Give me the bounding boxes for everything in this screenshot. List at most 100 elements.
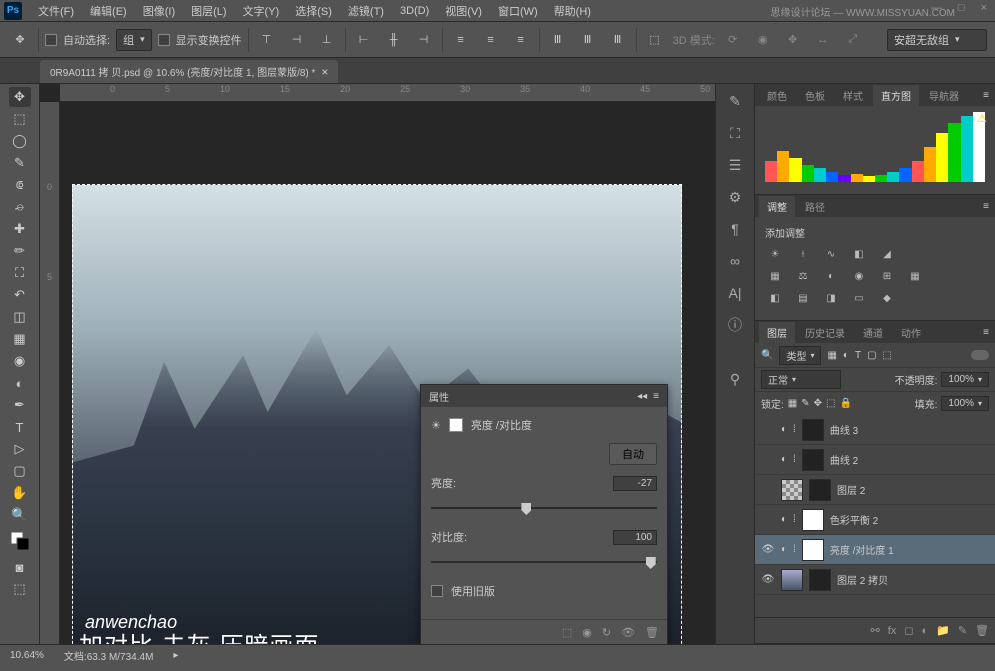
adj-levels-icon[interactable]: ⟊ [793,246,813,262]
3d-roll-icon[interactable]: ◉ [751,28,775,52]
properties-header[interactable]: 属性 ◂◂ ≡ [421,385,667,407]
lock-move-icon[interactable]: ✥ [814,398,822,409]
tool-pen[interactable]: ✒ [9,395,31,415]
showtransform-checkbox[interactable] [158,34,170,46]
visibility-icon[interactable]: 👁 [621,626,635,639]
filter-type-icon[interactable]: T [855,350,861,361]
tab-histogram[interactable]: 直方图 [873,85,919,106]
tab-navigator[interactable]: 导航器 [921,85,967,106]
layer-mask-thumb[interactable] [809,569,831,591]
align-top-icon[interactable]: ⊤ [255,28,279,52]
tool-marquee[interactable]: ⬚ [9,109,31,129]
adj-photofilter-icon[interactable]: ◉ [849,268,869,284]
dist-top-icon[interactable]: ≡ [449,28,473,52]
tab-styles[interactable]: 样式 [835,85,871,106]
adj-selective-icon[interactable]: ◆ [877,290,897,306]
3d-rotate-icon[interactable]: ⟳ [721,28,745,52]
brightness-slider[interactable] [431,501,657,515]
menu-filter[interactable]: 滤镜(T) [340,3,392,19]
minimize-icon[interactable]: — [927,2,946,14]
menu-view[interactable]: 视图(V) [437,3,490,19]
new-layer-icon[interactable]: ✎ [958,624,967,637]
panel-menu-icon[interactable]: ≡ [983,201,995,212]
character-icon[interactable]: A| [723,282,747,304]
layer-mask-thumb[interactable] [802,539,824,561]
auto-button[interactable]: 自动 [609,443,657,465]
menu-help[interactable]: 帮助(H) [546,3,599,19]
tab-adjustments[interactable]: 调整 [759,196,795,217]
clone-icon[interactable]: ⛶ [723,122,747,144]
layer-name[interactable]: 图层 2 [837,482,865,497]
brush-presets-icon[interactable]: ☰ [723,154,747,176]
tool-dodge[interactable]: ◐ [9,373,31,393]
tool-zoom[interactable]: 🔍 [9,505,31,525]
3d-pan-icon[interactable]: ✥ [781,28,805,52]
layer-row[interactable]: 👁图层 2 拷贝 [755,565,995,595]
tool-colors[interactable] [9,527,31,555]
delete-icon[interactable]: 🗑 [645,626,659,639]
tool-stamp[interactable]: ⛶ [9,263,31,283]
tool-hand[interactable]: ✋ [9,483,31,503]
tool-eyedropper[interactable]: ⌮ [9,197,31,217]
tool-screenmode[interactable]: ⬚ [9,579,31,599]
tool-type[interactable]: T [9,417,31,437]
doc-size[interactable]: 文档:63.3 M/734.4M [64,648,153,663]
tool-history[interactable]: ↶ [9,285,31,305]
layer-name[interactable]: 亮度 /对比度 1 [830,542,894,557]
layer-thumb[interactable] [781,569,803,591]
lock-position-icon[interactable]: ✎ [801,398,809,409]
delete-layer-icon[interactable]: 🗑 [975,624,989,637]
tab-swatches[interactable]: 色板 [797,85,833,106]
contrast-slider[interactable] [431,555,657,569]
blend-mode-dropdown[interactable]: 正常 [761,370,841,389]
layer-row[interactable]: 图层 2 [755,475,995,505]
3d-scale-icon[interactable]: ⤢ [841,28,865,52]
layer-row[interactable]: ◐⁞色彩平衡 2 [755,505,995,535]
tool-brush[interactable]: ✏ [9,241,31,261]
tool-eraser[interactable]: ◫ [9,307,31,327]
close-tab-icon[interactable]: × [321,65,328,79]
adj-hue-icon[interactable]: ▦ [765,268,785,284]
menu-3d[interactable]: 3D(D) [392,5,437,17]
dist-bottom-icon[interactable]: ≡ [509,28,533,52]
tool-crop[interactable]: ⟃ [9,175,31,195]
tool-move[interactable]: ✥ [9,87,31,107]
opacity-input[interactable]: 100% [941,372,989,387]
adj-vibrance-icon[interactable]: ◢ [877,246,897,262]
autoselect-dropdown[interactable]: 组 [116,29,152,51]
autoselect-checkbox[interactable] [45,34,57,46]
tool-presets-icon[interactable]: ⚙ [723,186,747,208]
adj-curves-icon[interactable]: ∿ [821,246,841,262]
filter-shape-icon[interactable]: ▢ [867,350,876,361]
cache-warning-icon[interactable]: ⚠ [977,112,987,125]
close-icon[interactable]: × [977,2,991,14]
menu-layer[interactable]: 图层(L) [183,3,234,19]
filter-pixel-icon[interactable]: ▦ [827,350,836,361]
move-tool-icon[interactable]: ✥ [8,28,32,52]
reset-icon[interactable]: ↻ [602,626,611,639]
fill-input[interactable]: 100% [941,396,989,411]
visibility-toggle[interactable]: 👁 [761,574,775,585]
menu-type[interactable]: 文字(Y) [235,3,288,19]
cc-icon[interactable]: ∞ [723,250,747,272]
filter-smart-icon[interactable]: ⬚ [883,350,892,361]
view-prev-icon[interactable]: ◉ [582,626,592,639]
layer-row[interactable]: ◐⁞曲线 3 [755,415,995,445]
tool-lasso[interactable]: ◯ [9,131,31,151]
3d-slide-icon[interactable]: ↔ [811,28,835,52]
dist-hcenter-icon[interactable]: Ⅲ [576,28,600,52]
properties-panel[interactable]: 属性 ◂◂ ≡ ☀ 亮度 /对比度 自动 亮度: -27 [420,384,668,644]
menu-edit[interactable]: 编辑(E) [82,3,135,19]
adj-gradmap-icon[interactable]: ▭ [849,290,869,306]
zoom-level[interactable]: 10.64% [10,650,44,661]
status-chevron-icon[interactable]: ▸ [173,650,178,661]
dist-left-icon[interactable]: Ⅲ [546,28,570,52]
tool-quickmask[interactable]: ◙ [9,557,31,577]
menu-image[interactable]: 图像(I) [135,3,183,19]
adj-colorbalance-icon[interactable]: ⚖ [793,268,813,284]
tool-gradient[interactable]: ▦ [9,329,31,349]
magnet-icon[interactable]: ⚲ [723,368,747,390]
document-tab[interactable]: 0R9A0111 拷 贝.psd @ 10.6% (亮度/对比度 1, 图层蒙版… [40,60,338,83]
layer-mask-thumb[interactable] [802,419,824,441]
tool-quickselect[interactable]: ✎ [9,153,31,173]
